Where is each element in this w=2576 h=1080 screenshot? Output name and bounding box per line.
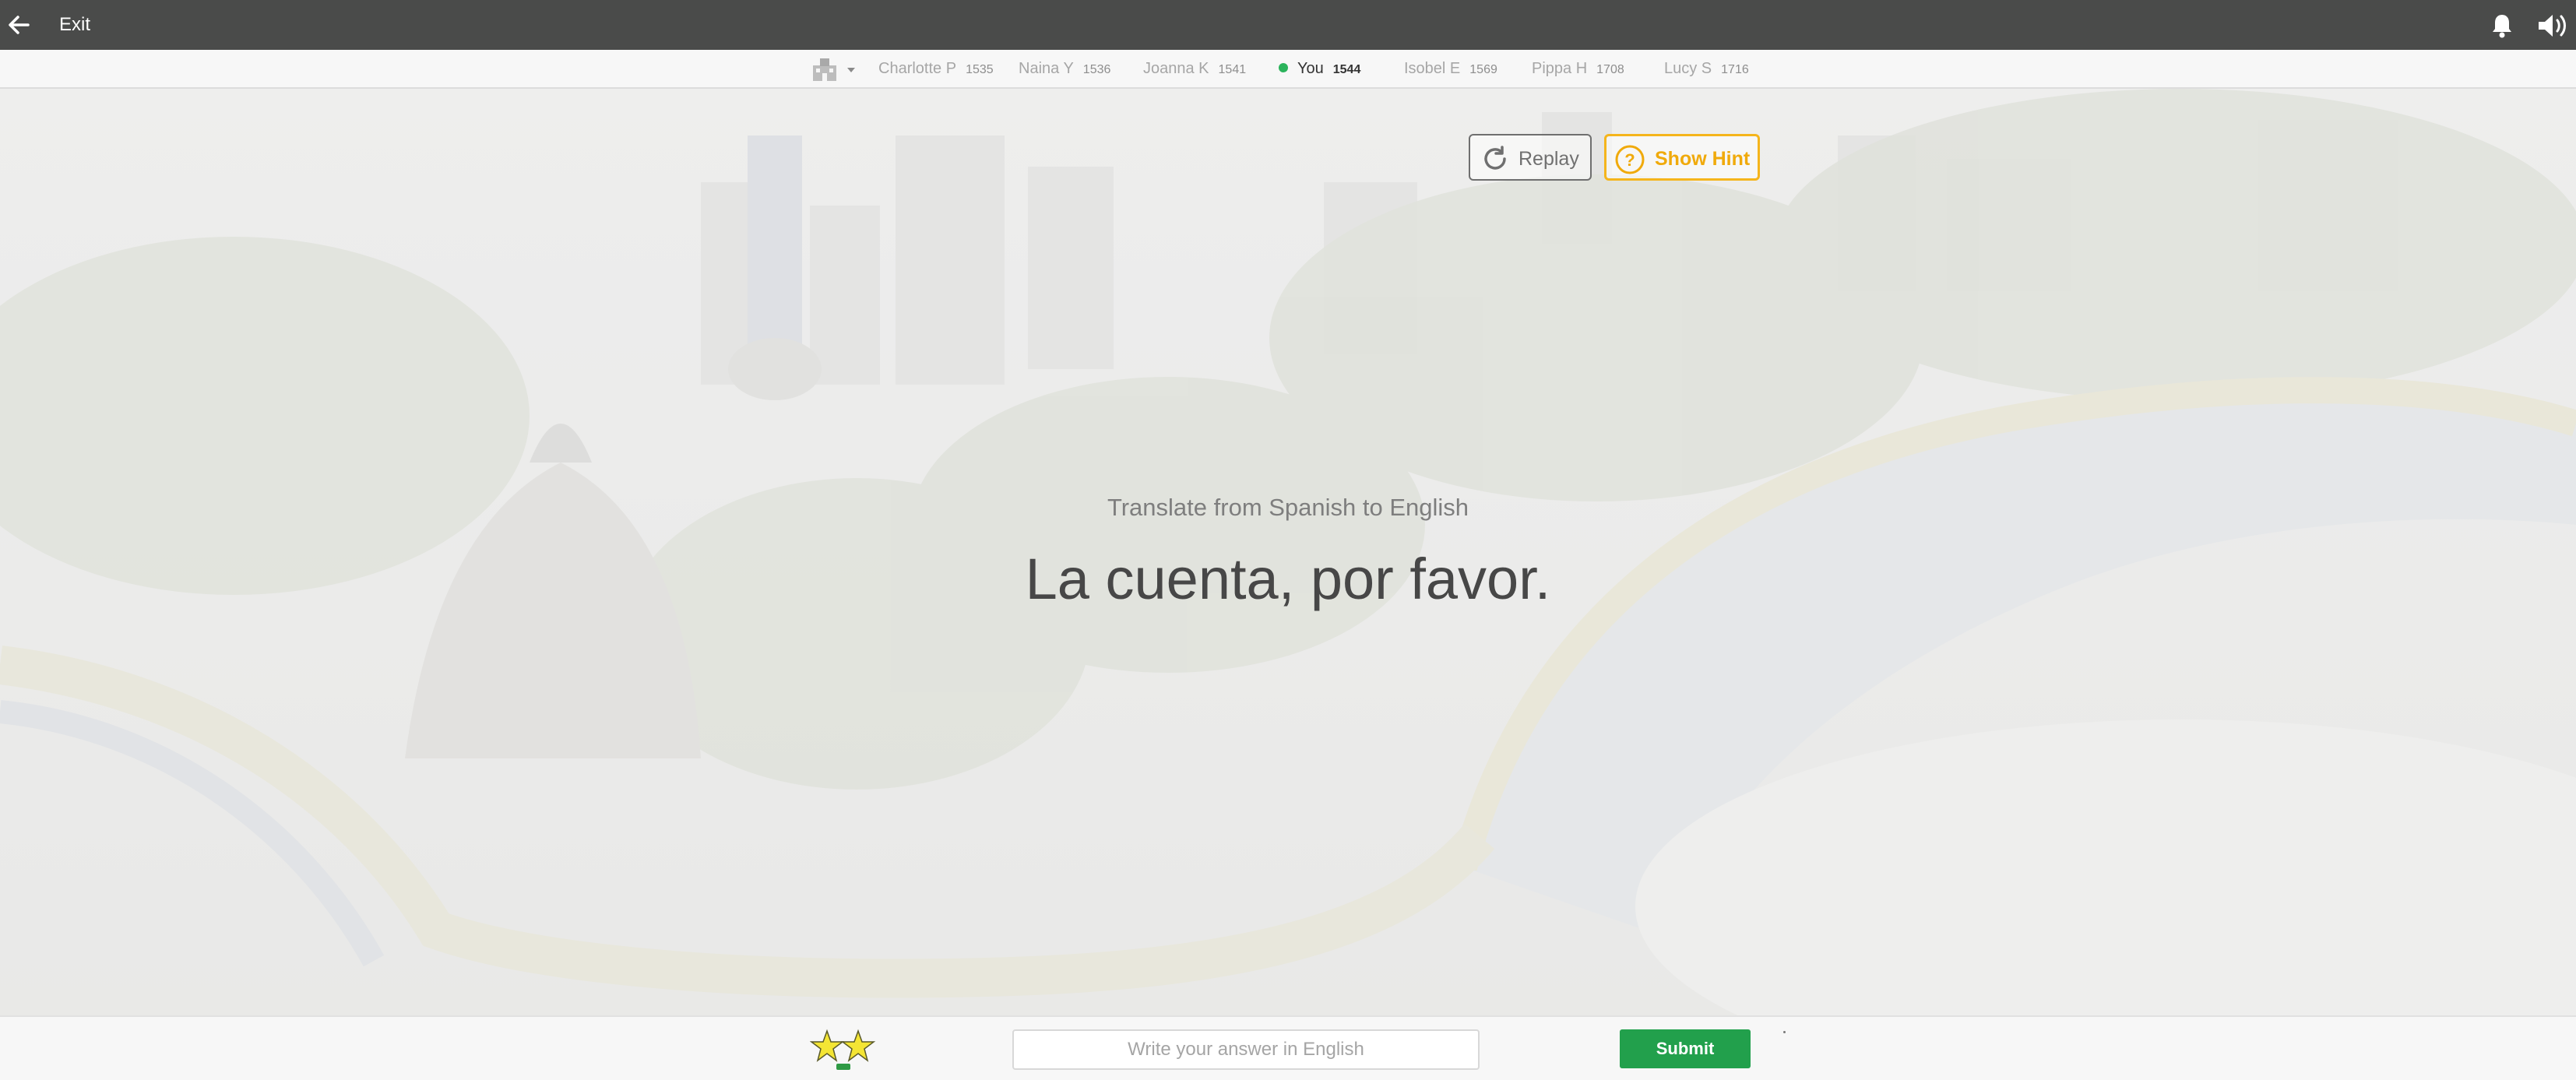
prompt-sentence: La cuenta, por favor. <box>1025 547 1551 611</box>
player-score: 1708 <box>1596 63 1624 76</box>
show-hint-label: Show Hint <box>1655 148 1751 170</box>
player-score: 1544 <box>1332 63 1361 76</box>
replay-icon <box>1484 146 1506 170</box>
you-indicator-dot <box>1279 63 1288 72</box>
player-name: Naina Y <box>1019 60 1074 77</box>
player-score: 1541 <box>1218 63 1247 76</box>
back-arrow-icon[interactable] <box>5 11 33 39</box>
two-stars-icon <box>810 1029 876 1070</box>
top-bar: Exit <box>0 0 2576 50</box>
player-score: 1536 <box>1082 63 1111 76</box>
player-name: Joanna K <box>1143 60 1209 77</box>
question-circle-icon: ? <box>1615 145 1645 174</box>
player-name: Pippa H <box>1532 60 1588 77</box>
school-building-icon <box>813 58 855 81</box>
leaderboard-player-you: You 1544 <box>1279 60 1360 78</box>
player-score: 1569 <box>1469 63 1497 76</box>
status-dot <box>1783 1031 1786 1033</box>
leaderboard-player: Charlotte P 1535 <box>878 60 994 78</box>
school-selector[interactable] <box>810 56 860 83</box>
player-score: 1716 <box>1721 63 1749 76</box>
replay-button[interactable]: Replay <box>1469 134 1592 181</box>
submit-button[interactable]: Submit <box>1620 1029 1751 1068</box>
leaderboard-player: Pippa H 1708 <box>1532 60 1624 78</box>
exercise-area: Replay ? Show Hint Translate from Spanis… <box>0 89 2576 1015</box>
player-name: Isobel E <box>1404 60 1461 77</box>
exit-button[interactable]: Exit <box>59 14 90 36</box>
player-name: Charlotte P <box>878 60 957 77</box>
show-hint-button[interactable]: ? Show Hint <box>1604 134 1760 181</box>
answer-bar: Submit <box>0 1015 2576 1080</box>
leaderboard-player: Joanna K 1541 <box>1143 60 1246 78</box>
chevron-down-icon <box>847 68 855 72</box>
player-score: 1535 <box>966 63 994 76</box>
replay-label: Replay <box>1519 148 1579 170</box>
answer-input[interactable] <box>1012 1029 1480 1070</box>
svg-text:?: ? <box>1624 150 1635 170</box>
player-name: Lucy S <box>1664 60 1712 77</box>
speaker-icon[interactable] <box>2536 11 2570 40</box>
leaderboard-player: Naina Y 1536 <box>1019 60 1110 78</box>
leaderboard-player: Lucy S 1716 <box>1664 60 1749 78</box>
player-name: You <box>1297 60 1324 77</box>
bell-icon[interactable] <box>2487 11 2517 40</box>
instruction-text: Translate from Spanish to English <box>1107 494 1469 521</box>
leaderboard-bar: Charlotte P 1535 Naina Y 1536 Joanna K 1541 Yo… <box>0 50 2576 89</box>
leaderboard-player: Isobel E 1569 <box>1404 60 1497 78</box>
